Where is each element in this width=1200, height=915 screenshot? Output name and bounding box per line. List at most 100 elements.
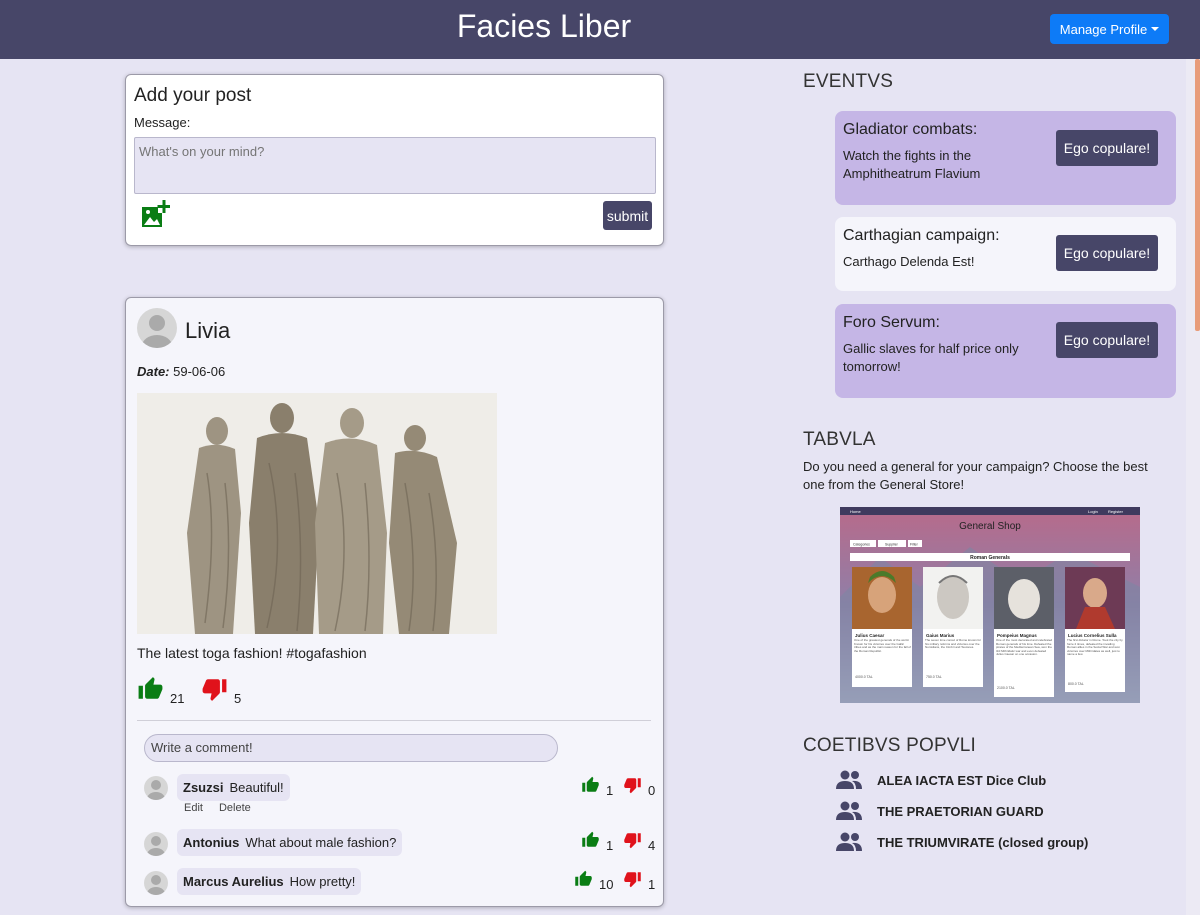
group-icon (836, 832, 862, 851)
comment-dislike-button[interactable]: 0 (623, 776, 655, 798)
ad-filter-button: Filter (910, 543, 919, 547)
comment-text: What about male fashion? (245, 835, 397, 850)
thumbs-down-icon (202, 679, 227, 701)
add-post-card: Add your post Message: submit (125, 74, 664, 246)
group-label: THE TRIUMVIRATE (closed group) (877, 834, 1089, 850)
ad-card-name: Gaius Marius (926, 633, 955, 638)
comment-dislike-count: 0 (648, 783, 656, 798)
event-card: Foro Servum: Gallic slaves for half pric… (835, 304, 1176, 398)
tabvla-text: Do you need a general for your campaign?… (803, 459, 1148, 492)
message-input[interactable] (134, 137, 656, 194)
avatar[interactable] (144, 776, 168, 800)
like-button[interactable]: 21 (137, 676, 184, 706)
event-description: Gallic slaves for half price only tomorr… (843, 341, 1019, 374)
thumbs-down-icon (624, 778, 641, 794)
group-label: THE PRAETORIAN GUARD (877, 803, 1044, 819)
thumbs-up-icon (582, 831, 599, 847)
groups-title: COETIBVS POPVLI (803, 735, 976, 756)
add-post-title: Add your post (134, 85, 252, 106)
post-date: Date: 59-06-06 (137, 364, 225, 379)
comment-like-button[interactable]: 1 (581, 831, 613, 853)
ad-nav-register: Register (1108, 509, 1124, 514)
group-label: ALEA IACTA EST Dice Club (877, 772, 1047, 788)
ad-nav-login: Login (1088, 509, 1098, 514)
comment-actions: Edit Delete (184, 802, 267, 814)
post-author[interactable]: Livia (185, 318, 230, 344)
thumbs-up-icon (582, 776, 599, 792)
ad-card-description: The seven time consul of Rome known for … (925, 639, 982, 650)
top-header: Facies Liber Manage Profile (0, 0, 1200, 59)
ad-card-price: 2100.0 TAL (997, 686, 1015, 690)
join-event-button[interactable]: Ego copulare! (1056, 235, 1158, 271)
ad-card-price: 800.0 TAL (1068, 682, 1084, 686)
delete-comment-link[interactable]: Delete (219, 802, 251, 814)
thumbs-up-icon (575, 870, 592, 886)
avatar[interactable] (144, 871, 168, 895)
general-store-screenshot: Home Login Register General Shop Categor… (840, 507, 1140, 703)
comment-author[interactable]: Zsuzsi (183, 780, 223, 795)
ad-card-description: One of the greatest generals of the worl… (854, 639, 911, 653)
ad-subtitle: Roman Generals (970, 555, 1010, 561)
ad-card-name: Pompeius Magnus (997, 633, 1037, 638)
comment-author[interactable]: Marcus Aurelius (183, 874, 284, 889)
thumbs-up-icon (138, 677, 163, 699)
add-image-icon[interactable] (140, 200, 170, 230)
comment-input[interactable]: Write a comment! (144, 734, 558, 762)
ad-card-price: 4000.0 TAL (855, 675, 873, 679)
comment-text: Beautiful! (229, 780, 284, 795)
ad-card-description: The first dictator in Rome. Took the cit… (1067, 639, 1123, 657)
app-title: Facies Liber (456, 8, 632, 44)
avatar[interactable] (137, 308, 177, 348)
ad-filter-category: Categories (853, 543, 870, 547)
post-caption: The latest toga fashion! #togafashion (137, 645, 367, 661)
thumbs-down-icon (624, 872, 641, 888)
submit-button[interactable]: submit (603, 201, 652, 230)
comment-like-button[interactable]: 10 (574, 870, 613, 892)
group-item[interactable]: ALEA IACTA EST Dice Club (835, 770, 1046, 790)
group-item[interactable]: THE TRIUMVIRATE (closed group) (835, 832, 1088, 852)
edit-comment-link[interactable]: Edit (184, 802, 203, 814)
avatar[interactable] (144, 832, 168, 856)
comment-bubble: Antonius What about male fashion? (177, 829, 403, 856)
thumbs-down-icon (624, 833, 641, 849)
comment-like-button[interactable]: 1 (581, 776, 613, 798)
ad-filter-supplier: Supplier (885, 543, 899, 547)
event-title: Gladiator combats: (843, 121, 978, 138)
group-icon (836, 770, 862, 789)
tabvla-title: TABVLA (803, 429, 876, 450)
ad-card-price: 750.0 TAL (926, 675, 942, 679)
group-icon (836, 801, 862, 820)
comment-author[interactable]: Antonius (183, 835, 239, 850)
general-store-ad[interactable]: Home Login Register General Shop Categor… (840, 507, 1140, 703)
ad-card-name: Lucius Cornelius Sulla (1068, 633, 1117, 638)
post-card: Livia Date: 59-06-06 The latest toga fas… (125, 297, 664, 907)
divider (137, 720, 651, 721)
caret-down-icon (1151, 27, 1160, 31)
event-title: Foro Servum: (843, 314, 940, 331)
comment-like-count: 10 (599, 877, 614, 892)
events-title: EVENTVS (803, 71, 894, 92)
comment-dislike-count: 1 (648, 877, 656, 892)
like-count: 21 (170, 691, 185, 706)
comment-dislike-button[interactable]: 1 (623, 870, 655, 892)
dislike-count: 5 (234, 691, 242, 706)
join-event-button[interactable]: Ego copulare! (1056, 322, 1158, 358)
comment-text: How pretty! (289, 874, 356, 889)
comment-like-count: 1 (606, 838, 614, 853)
manage-profile-label: Manage Profile (1059, 21, 1148, 37)
comment-dislike-button[interactable]: 4 (623, 831, 655, 853)
ad-shop-title: General Shop (959, 521, 1021, 532)
group-item[interactable]: THE PRAETORIAN GUARD (835, 801, 1044, 821)
event-card: Gladiator combats: Watch the fights in t… (835, 111, 1176, 205)
comment-bubble: Zsuzsi Beautiful! (177, 774, 290, 801)
page-scrollbar[interactable] (1186, 59, 1200, 915)
event-description: Carthago Delenda Est! (843, 254, 975, 269)
dislike-button[interactable]: 5 (201, 676, 241, 706)
scrollbar-thumb[interactable] (1195, 59, 1200, 331)
manage-profile-button[interactable]: Manage Profile (1050, 14, 1169, 44)
statues-picture (137, 393, 497, 634)
comment-bubble: Marcus Aurelius How pretty! (177, 868, 362, 895)
join-event-button[interactable]: Ego copulare! (1056, 130, 1158, 166)
comment-dislike-count: 4 (648, 838, 656, 853)
event-description: Watch the fights in the Amphitheatrum Fl… (843, 148, 981, 181)
